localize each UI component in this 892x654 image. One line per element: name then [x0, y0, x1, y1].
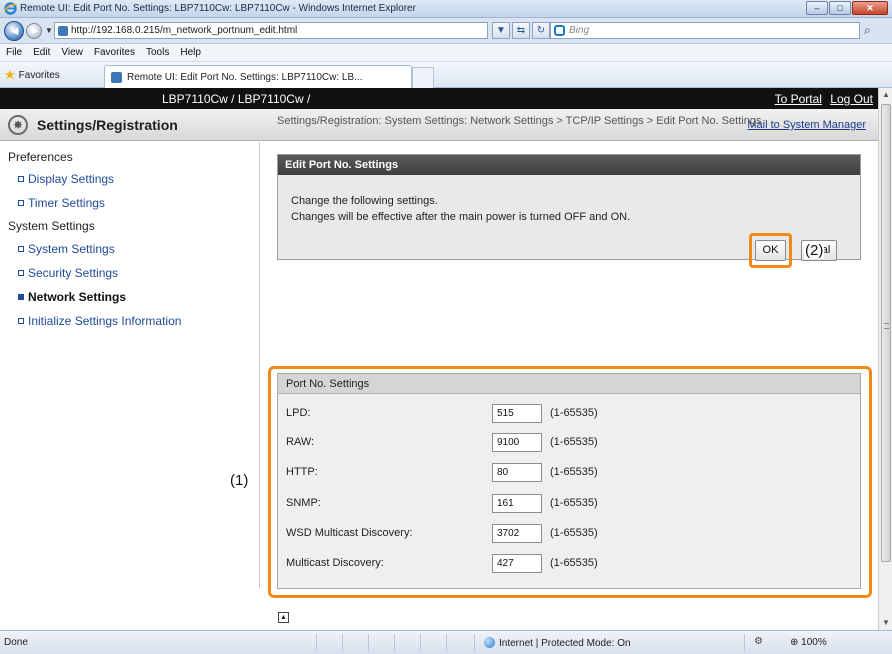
sidebar-item-label: System Settings	[28, 242, 115, 256]
sidebar: Preferences Display Settings Timer Setti…	[0, 142, 260, 588]
sidebar-item-label: Initialize Settings Information	[28, 314, 182, 328]
bullet-icon	[18, 318, 24, 324]
bing-icon	[554, 25, 565, 36]
settings-gear-icon[interactable]: ⚙	[754, 636, 763, 647]
status-divider	[394, 634, 395, 651]
globe-icon	[484, 637, 495, 648]
close-window-button[interactable]: ✕	[852, 1, 888, 15]
scroll-down-icon[interactable]: ▼	[880, 617, 892, 629]
device-topbar: LBP7110Cw / LBP7110Cw / To Portal Log Ou…	[0, 88, 878, 109]
status-divider	[446, 634, 447, 651]
zoom-level[interactable]: ⊕ 100%	[790, 637, 827, 648]
browser-tab-active[interactable]: Remote UI: Edit Port No. Settings: LBP71…	[104, 65, 412, 88]
url-text: http://192.168.0.215/m_network_portnum_e…	[71, 25, 298, 36]
scrollbar-thumb[interactable]	[881, 104, 891, 562]
status-divider	[316, 634, 317, 651]
bullet-icon	[18, 246, 24, 252]
menu-edit[interactable]: Edit	[33, 44, 50, 61]
window-title: Remote UI: Edit Port No. Settings: LBP71…	[20, 3, 416, 14]
sidebar-item-network-settings[interactable]: Network Settings	[18, 290, 126, 304]
port-settings-highlight	[268, 366, 872, 598]
sidebar-heading-preferences: Preferences	[8, 150, 73, 164]
minimize-button[interactable]: –	[806, 1, 828, 15]
sidebar-item-initialize-settings[interactable]: Initialize Settings Information	[18, 314, 181, 328]
close-icon: ✕	[866, 2, 874, 13]
sidebar-item-security-settings[interactable]: Security Settings	[18, 266, 118, 280]
bullet-active-icon	[18, 294, 24, 300]
to-portal-link[interactable]: To Portal	[775, 92, 822, 106]
callout-2: (2)	[804, 242, 825, 259]
minimize-icon: –	[814, 2, 820, 13]
search-go-icon[interactable]: ⌕	[864, 23, 871, 38]
sidebar-item-timer-settings[interactable]: Timer Settings	[18, 196, 105, 210]
address-bar: ◄ ► ▼ http://192.168.0.215/m_network_por…	[0, 18, 892, 44]
menu-help[interactable]: Help	[180, 44, 201, 61]
page-title: Settings/Registration	[37, 117, 178, 133]
menu-tools[interactable]: Tools	[146, 44, 169, 61]
settings-logo-icon: ✸	[8, 115, 28, 135]
new-tab-button[interactable]	[412, 67, 434, 88]
device-name: LBP7110Cw / LBP7110Cw /	[162, 92, 311, 106]
forward-arrow-icon: ►	[30, 26, 40, 37]
status-divider	[342, 634, 343, 651]
maximize-button[interactable]: □	[829, 1, 851, 15]
window-controls: – □ ✕	[805, 1, 888, 16]
scroll-grip-icon	[884, 323, 889, 329]
bullet-icon	[18, 200, 24, 206]
menu-file[interactable]: File	[6, 44, 22, 61]
tab-label: Remote UI: Edit Port No. Settings: LBP71…	[127, 72, 363, 83]
maximize-icon: □	[837, 2, 843, 13]
sidebar-item-display-settings[interactable]: Display Settings	[18, 172, 114, 186]
favorites-bar: ★ Favorites Remote UI: Edit Port No. Set…	[0, 62, 892, 88]
compatibility-view-button[interactable]: ⇆	[512, 22, 530, 39]
sidebar-item-label: Security Settings	[28, 266, 119, 280]
tab-favicon-icon	[111, 72, 122, 83]
topbar-links: To Portal Log Out	[770, 92, 873, 106]
status-divider	[474, 634, 475, 651]
sidebar-item-label: Display Settings	[28, 172, 115, 186]
menu-bar: File Edit View Favorites Tools Help	[0, 44, 892, 62]
sidebar-heading-system-settings: System Settings	[8, 219, 95, 233]
status-divider	[420, 634, 421, 651]
logout-link[interactable]: Log Out	[830, 92, 873, 106]
back-button[interactable]: ◄	[4, 21, 24, 41]
favorites-button[interactable]: ★ Favorites	[4, 67, 60, 83]
status-bar: Done Internet | Protected Mode: On ⚙ ⊕ 1…	[0, 630, 892, 654]
menu-view[interactable]: View	[61, 44, 83, 61]
status-divider	[744, 634, 745, 651]
refresh-button[interactable]: ↻	[532, 22, 550, 39]
site-favicon-icon	[58, 26, 68, 36]
bullet-icon	[18, 176, 24, 182]
instruction-line-1: Change the following settings.	[291, 195, 438, 207]
sidebar-item-system-settings[interactable]: System Settings	[18, 242, 115, 256]
sidebar-item-label: Timer Settings	[28, 196, 105, 210]
scroll-up-icon[interactable]: ▲	[880, 89, 892, 101]
back-to-top-icon[interactable]: ▲	[278, 612, 289, 623]
ie-logo-icon	[4, 2, 17, 15]
url-dropdown-button[interactable]: ▼	[492, 22, 510, 39]
status-divider	[368, 634, 369, 651]
back-arrow-icon: ◄	[8, 23, 21, 38]
status-text: Done	[4, 637, 28, 648]
forward-button[interactable]: ►	[26, 23, 42, 39]
vertical-scrollbar[interactable]: ▲ ▼	[878, 88, 892, 630]
search-input[interactable]: Bing	[550, 22, 860, 39]
callout-1: (1)	[229, 472, 250, 489]
security-zone-label: Internet | Protected Mode: On	[499, 638, 631, 649]
menu-favorites[interactable]: Favorites	[94, 44, 135, 61]
edit-port-panel-title: Edit Port No. Settings	[278, 155, 860, 175]
ok-button-highlight	[749, 233, 792, 268]
security-zone[interactable]: Internet | Protected Mode: On	[484, 637, 631, 649]
sidebar-item-label: Network Settings	[28, 290, 127, 304]
history-dropdown-icon[interactable]: ▼	[45, 26, 53, 35]
window-titlebar: Remote UI: Edit Port No. Settings: LBP71…	[0, 0, 892, 18]
instruction-line-2: Changes will be effective after the main…	[291, 211, 631, 223]
bullet-icon	[18, 270, 24, 276]
breadcrumb: Settings/Registration: System Settings: …	[277, 115, 762, 127]
favorites-label: Favorites	[18, 69, 60, 81]
favorites-star-icon: ★	[4, 67, 16, 82]
url-input[interactable]: http://192.168.0.215/m_network_portnum_e…	[54, 22, 488, 39]
search-placeholder: Bing	[569, 25, 590, 36]
